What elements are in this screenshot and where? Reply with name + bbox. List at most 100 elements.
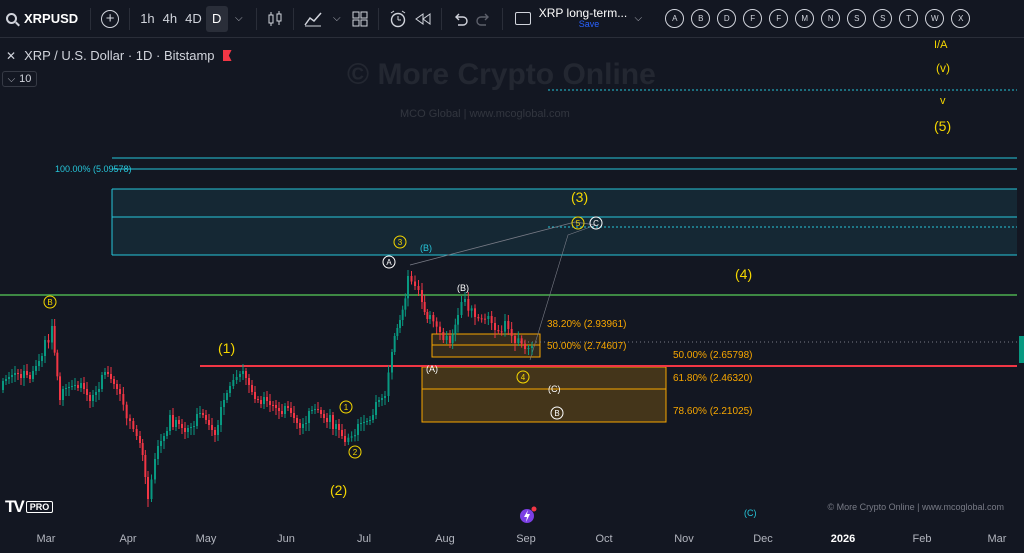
layout-save-link[interactable]: Save <box>579 19 600 29</box>
time-axis-label: Oct <box>595 533 613 545</box>
candle-body <box>344 436 346 442</box>
pro-badge: PRO <box>25 501 54 513</box>
candle-body <box>77 385 79 388</box>
candle-body <box>417 286 420 290</box>
candle-body <box>199 413 201 414</box>
candle-body <box>86 389 88 395</box>
symbol-search[interactable]: XRPUSD <box>0 0 84 37</box>
candle-body <box>181 424 183 428</box>
candle-body <box>317 409 319 410</box>
interval-d[interactable]: D <box>205 5 228 32</box>
indicators-button[interactable] <box>300 6 326 32</box>
letter-button[interactable]: D <box>717 9 737 28</box>
wave-label: (B) <box>457 283 469 293</box>
candle-body <box>439 326 441 332</box>
interval-4h[interactable]: 4h <box>159 6 181 32</box>
interval-dropdown[interactable]: ⌵ <box>228 6 250 32</box>
letter-button[interactable]: T <box>899 9 919 28</box>
layout-name-button[interactable]: XRP long-term... Save <box>539 7 627 29</box>
candle-body <box>178 420 180 424</box>
candle-body <box>89 395 91 401</box>
wave-label: (C) <box>548 384 561 394</box>
time-axis-label: May <box>195 533 217 545</box>
templates-button[interactable] <box>348 6 372 32</box>
candle-body <box>205 415 207 420</box>
letter-button[interactable]: F <box>769 9 789 28</box>
layout-icon[interactable] <box>514 12 531 25</box>
letter-button[interactable]: W <box>925 9 945 28</box>
candle-body <box>163 436 165 441</box>
letter-button[interactable]: S <box>873 9 893 28</box>
candle-body <box>284 406 286 414</box>
watermark-subtitle: MCO Global | www.mcoglobal.com <box>400 108 570 120</box>
symbol-title[interactable]: XRP / U.S. Dollar · 1D · Bitstamp <box>24 48 214 63</box>
tradingview-logo[interactable]: TV PRO <box>5 497 54 517</box>
candle-body <box>375 402 377 415</box>
indicators-toggle[interactable]: ⌵ 10 <box>2 71 37 87</box>
candle-body <box>116 384 118 389</box>
candle-body <box>480 318 483 320</box>
chart-type-button[interactable] <box>263 6 287 32</box>
interval-4d[interactable]: 4D <box>181 6 206 32</box>
fib-label-786: 78.60% (2.21025) <box>673 406 753 417</box>
candle-body <box>68 387 70 388</box>
candle-body <box>53 326 56 353</box>
candle-body <box>387 372 390 396</box>
candle-body <box>29 375 31 379</box>
candle-body <box>235 377 238 380</box>
price-scale-handle[interactable] <box>1019 336 1024 363</box>
layout-dropdown[interactable]: ⌵ <box>627 6 649 32</box>
time-axis-label: Sep <box>516 533 536 545</box>
wave-label: (A) <box>426 364 438 374</box>
letter-button[interactable]: M <box>795 9 815 28</box>
undo-button[interactable] <box>448 6 472 32</box>
candle-body <box>308 411 310 423</box>
top-toolbar: XRPUSD + 1h 4h 4D D ⌵ ⌵ XRP long-term...… <box>0 0 1024 38</box>
candle-body <box>302 424 304 428</box>
flash-icon[interactable] <box>517 505 539 525</box>
candle-body <box>332 415 334 429</box>
candle-body <box>347 437 350 442</box>
candle-body <box>220 407 222 425</box>
wave-label: C <box>593 219 599 228</box>
candle-body <box>211 425 213 430</box>
candle-body <box>487 316 490 319</box>
symbol-name: XRPUSD <box>24 11 79 26</box>
candle-body <box>144 455 147 477</box>
time-axis[interactable]: Mar Apr May Jun Jul Aug Sep Oct Nov Dec … <box>0 530 1024 553</box>
close-icon[interactable]: ✕ <box>6 49 16 63</box>
candle-body <box>35 366 37 371</box>
divider <box>377 7 379 30</box>
candle-body <box>104 372 106 375</box>
candle-body <box>98 389 100 392</box>
candle-body <box>290 408 292 413</box>
candle-body <box>435 321 438 327</box>
add-symbol-button[interactable]: + <box>97 6 123 32</box>
letter-button[interactable]: N <box>821 9 841 28</box>
wave-label: (1) <box>218 340 235 356</box>
flag-icon[interactable] <box>222 50 232 61</box>
wave-label: (4) <box>735 266 752 282</box>
candle-body <box>366 421 368 422</box>
wave-label: 5 <box>576 219 581 228</box>
letter-button[interactable]: S <box>847 9 867 28</box>
letter-button[interactable]: B <box>691 9 711 28</box>
alert-button[interactable] <box>385 6 411 32</box>
candle-body <box>421 290 423 302</box>
redo-button[interactable] <box>472 6 496 32</box>
candle-body <box>56 352 59 377</box>
candle-body <box>449 336 451 343</box>
candle-body <box>245 371 247 378</box>
candle-body <box>372 415 374 420</box>
replay-button[interactable] <box>411 6 435 32</box>
candle-body <box>125 404 128 419</box>
letter-button[interactable]: F <box>743 9 763 28</box>
indicators-dropdown[interactable]: ⌵ <box>326 6 348 32</box>
candle-body <box>190 427 192 428</box>
interval-1h[interactable]: 1h <box>136 6 158 32</box>
chart-legend: ✕ XRP / U.S. Dollar · 1D · Bitstamp <box>6 48 232 63</box>
candle-body <box>187 428 189 432</box>
letter-button[interactable]: X <box>951 9 971 28</box>
letter-button[interactable]: A <box>665 9 685 28</box>
wave-label: B <box>554 409 559 418</box>
